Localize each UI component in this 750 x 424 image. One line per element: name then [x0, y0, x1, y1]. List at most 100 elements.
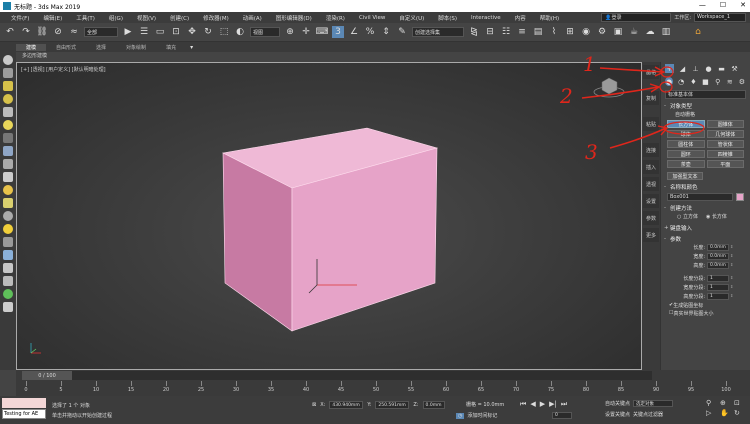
render-setup-icon[interactable]: ⚙: [596, 26, 608, 38]
percent-snap-icon[interactable]: %: [364, 26, 376, 38]
reference-coord-dropdown[interactable]: 视图: [250, 27, 280, 37]
menu-rendering[interactable]: 渲染(R): [319, 14, 352, 22]
menu-create[interactable]: 创建(C): [163, 14, 196, 22]
utilities-tab-icon[interactable]: ⚒: [730, 64, 739, 73]
sphere-tool-icon[interactable]: [3, 55, 13, 65]
compound-tool-icon[interactable]: [3, 211, 13, 221]
teapot-button[interactable]: 茶壶: [667, 160, 705, 168]
cloth-tool-icon[interactable]: [3, 263, 13, 273]
width-field[interactable]: 0.0mm: [707, 253, 729, 260]
schematic-view-icon[interactable]: ⊞: [564, 26, 576, 38]
shape-tool-icon[interactable]: [3, 198, 13, 208]
menu-tools[interactable]: 工具(T): [69, 14, 102, 22]
text-plus-button[interactable]: 加强型文本: [667, 172, 703, 180]
menu-view[interactable]: 视图(V): [130, 14, 163, 22]
tree-tool-icon[interactable]: [3, 289, 13, 299]
pivot-icon[interactable]: ⊕: [284, 26, 296, 38]
menu-file[interactable]: 文件(F): [4, 14, 36, 22]
cone-button[interactable]: 圆锥体: [706, 120, 744, 128]
tab-object-paint[interactable]: 对象绘制: [116, 44, 156, 51]
teapot-tool-icon[interactable]: [3, 107, 13, 117]
modify-tab-icon[interactable]: ◢: [678, 64, 687, 73]
lock-icon[interactable]: ⊠: [312, 402, 316, 408]
plane-button[interactable]: 平面: [706, 160, 744, 168]
parameters-rollout[interactable]: - 参数: [664, 234, 747, 243]
autogrid-checkbox[interactable]: 自动栅格: [661, 110, 750, 118]
menu-interactive[interactable]: Interactive: [464, 15, 508, 21]
rotate-icon[interactable]: ↻: [202, 26, 214, 38]
select-object-icon[interactable]: ▶: [122, 26, 134, 38]
render-frame-icon[interactable]: ▣: [612, 26, 624, 38]
box-object[interactable]: [222, 127, 439, 332]
track-bar[interactable]: 0 5 10 15 20 25 30 35 40 45 50 55 60 65 70 75 80 85 90 95 10…: [22, 381, 732, 395]
scene-explorer-icon[interactable]: ☷: [500, 26, 512, 38]
perspective-viewport[interactable]: [+] [透视] [用户定义] [默认明暗处理]: [16, 62, 642, 370]
place-icon[interactable]: ◐: [234, 26, 246, 38]
menu-civil-view[interactable]: Civil View: [352, 15, 392, 21]
spinner-icon[interactable]: ⇕: [730, 244, 735, 251]
pan-icon[interactable]: ✋: [720, 409, 732, 417]
mirror-icon[interactable]: ⧎: [468, 26, 480, 38]
gen-uv-checkbox[interactable]: ✔ 生成贴图坐标: [661, 301, 750, 309]
cylinder-tool-icon[interactable]: [3, 81, 13, 91]
side-tab-paste[interactable]: 粘贴: [643, 117, 659, 131]
menu-customize[interactable]: 自定义(U): [392, 14, 431, 22]
particle-tool-icon[interactable]: [3, 172, 13, 182]
select-manipulate-icon[interactable]: ✛: [300, 26, 312, 38]
side-tab-more[interactable]: 更多: [643, 228, 659, 242]
select-by-name-icon[interactable]: ☰: [138, 26, 150, 38]
radio-cube[interactable]: ○ 立方体: [677, 213, 698, 220]
material-tool-icon[interactable]: [3, 185, 13, 195]
side-tab-params[interactable]: 参数: [643, 211, 659, 225]
height-field[interactable]: 0.0mm: [707, 262, 729, 269]
go-start-icon[interactable]: ⏮: [520, 400, 526, 409]
menu-edit[interactable]: 编辑(E): [36, 14, 69, 22]
current-frame-field[interactable]: 0: [552, 412, 572, 419]
hair-tool-icon[interactable]: [3, 276, 13, 286]
height-segs-field[interactable]: 1: [707, 293, 729, 300]
camera-tool-icon[interactable]: [3, 133, 13, 143]
side-tab-connect[interactable]: 连接: [643, 143, 659, 157]
display-tab-icon[interactable]: ▬: [717, 64, 726, 73]
move-icon[interactable]: ✥: [186, 26, 198, 38]
box-button[interactable]: 长方体: [667, 120, 705, 128]
side-tab-insert[interactable]: 插入: [643, 160, 659, 174]
redo-icon[interactable]: ↷: [20, 26, 32, 38]
menu-help[interactable]: 帮助(H): [533, 14, 566, 22]
tab-populate[interactable]: 填充: [156, 44, 186, 51]
snap-toggle-icon[interactable]: 3: [332, 26, 344, 38]
close-button[interactable]: ✕: [740, 1, 746, 9]
edit-named-sets-icon[interactable]: ✎: [396, 26, 408, 38]
zoom-all-icon[interactable]: ⊕: [720, 399, 732, 407]
spinner-icon[interactable]: ⇕: [730, 293, 735, 300]
cylinder-button[interactable]: 圆柱体: [667, 140, 705, 148]
keyboard-entry-rollout[interactable]: + 键盘输入: [664, 223, 747, 232]
menu-modifiers[interactable]: 修改器(M): [196, 14, 236, 22]
spinner-icon[interactable]: ⇕: [730, 284, 735, 291]
geometry-category-dropdown[interactable]: 标准基本体: [665, 90, 746, 99]
add-time-tag[interactable]: ◷ 添加时间标记: [456, 412, 497, 419]
orbit-icon[interactable]: ↻: [734, 409, 746, 417]
next-frame-icon[interactable]: ▶|: [549, 400, 557, 409]
helpers-icon[interactable]: ⚲: [714, 77, 722, 86]
menu-animation[interactable]: 动画(A): [236, 14, 269, 22]
width-segs-field[interactable]: 1: [707, 284, 729, 291]
ribbon-toggle-icon[interactable]: ▤: [532, 26, 544, 38]
window-crossing-icon[interactable]: ⊡: [170, 26, 182, 38]
fov-icon[interactable]: ▷: [706, 409, 718, 417]
undo-icon[interactable]: ↶: [4, 26, 16, 38]
workspace-dropdown[interactable]: Workspace_1: [694, 13, 746, 22]
auto-key-button[interactable]: 自动关键点: [605, 400, 630, 407]
geosphere-button[interactable]: 几何球体: [706, 130, 744, 138]
maxscript-mini-field[interactable]: Testing for AE: [2, 409, 46, 419]
object-color-swatch[interactable]: [736, 193, 744, 201]
selection-filter-dropdown[interactable]: 全部: [84, 27, 118, 37]
menu-graph-editors[interactable]: 图形编辑器(D): [269, 14, 319, 22]
creation-method-rollout[interactable]: - 创建方法: [664, 203, 747, 212]
motion-tab-icon[interactable]: ●: [704, 64, 713, 73]
rect-selection-icon[interactable]: ▭: [154, 26, 166, 38]
maximize-button[interactable]: ☐: [720, 1, 726, 9]
render-cloud-icon[interactable]: ☁: [644, 26, 656, 38]
light-tool-icon[interactable]: [3, 120, 13, 130]
object-name-field[interactable]: Box001: [667, 193, 733, 201]
